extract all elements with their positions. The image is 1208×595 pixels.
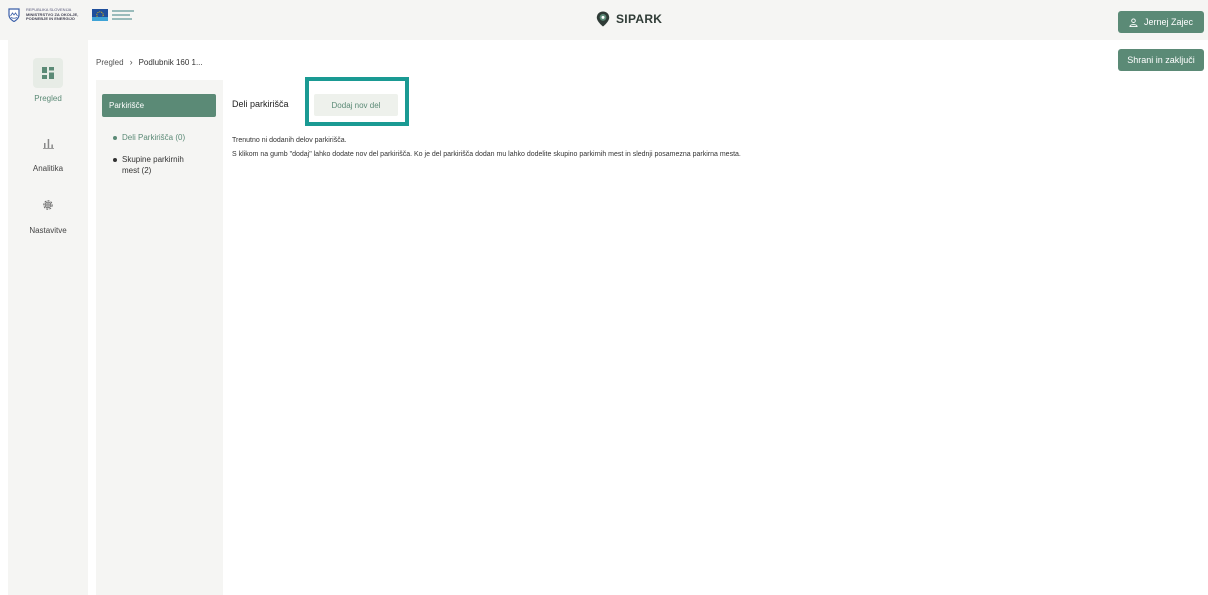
sidebar-item-analitika[interactable]: Analitika (8, 128, 88, 173)
bullet-icon (113, 157, 117, 162)
government-logo-text: REPUBLIKA SLOVENIJA MINISTRSTVO ZA OKOLJ… (26, 8, 78, 22)
top-bar: REPUBLIKA SLOVENIJA MINISTRSTVO ZA OKOLJ… (0, 0, 1208, 40)
sidebar-item-label: Nastavitve (29, 226, 67, 235)
brand[interactable]: SIPARK (596, 11, 662, 27)
sub-item-skupine-parkirnih-mest[interactable]: Skupine parkirnih mest (2) (113, 154, 184, 176)
breadcrumb-current: Podlubnik 160 1... (138, 57, 203, 67)
sub-item-label-line-2: mest (2) (122, 166, 152, 175)
gov-text-line-3: PODNEBJE IN ENERGIJO (26, 16, 75, 22)
government-logo: REPUBLIKA SLOVENIJA MINISTRSTVO ZA OKOLJ… (8, 8, 78, 22)
sub-item-label: Skupine parkirnih mest (2) (122, 154, 184, 176)
sub-navigation-panel: Parkirišče Deli Parkirišča (0) Skupine p… (96, 80, 223, 595)
logos: REPUBLIKA SLOVENIJA MINISTRSTVO ZA OKOLJ… (8, 8, 135, 22)
user-account-button[interactable]: Jernej Zajec (1118, 11, 1204, 33)
page-title: Deli parkirišča (232, 99, 289, 109)
save-and-close-button[interactable]: Shrani in zaključi (1118, 49, 1204, 71)
user-icon (1129, 17, 1138, 27)
sidebar: Pregled Analitika Nastavitve (8, 40, 88, 595)
help-message: S klikom na gumb "dodaj" lahko dodate no… (232, 151, 741, 158)
location-pin-icon (596, 11, 610, 27)
eu-logo (92, 9, 135, 21)
eu-logo-text (112, 10, 135, 20)
sidebar-item-label: Analitika (32, 164, 64, 173)
sub-item-label: Deli Parkirišča (0) (122, 133, 186, 142)
sub-item-deli-parkirisca[interactable]: Deli Parkirišča (0) (113, 132, 185, 143)
sidebar-icon-box (33, 128, 63, 158)
user-name: Jernej Zajec (1143, 17, 1194, 27)
chevron-right-icon: › (129, 57, 133, 67)
sub-panel-header[interactable]: Parkirišče (102, 94, 216, 117)
breadcrumb-root[interactable]: Pregled (96, 58, 124, 67)
sidebar-icon-box (33, 58, 63, 88)
coat-of-arms-icon (8, 8, 20, 22)
breadcrumb: Pregled › Podlubnik 160 1... (96, 57, 203, 67)
brand-name: SIPARK (616, 12, 663, 26)
bar-chart-icon (42, 138, 54, 149)
dashboard-icon (42, 67, 54, 79)
add-new-part-button[interactable]: Dodaj nov del (314, 94, 398, 116)
eu-flag-icon (92, 9, 109, 21)
sub-item-label-line-1: Skupine parkirnih (122, 155, 184, 164)
sidebar-item-pregled[interactable]: Pregled (8, 58, 88, 103)
sidebar-icon-box (33, 190, 63, 220)
sidebar-item-label: Pregled (34, 94, 62, 103)
gear-icon (43, 200, 53, 210)
sidebar-item-nastavitve[interactable]: Nastavitve (8, 190, 88, 235)
empty-state-message: Trenutno ni dodanih delov parkirišča. (232, 137, 347, 144)
bullet-icon (113, 135, 117, 140)
